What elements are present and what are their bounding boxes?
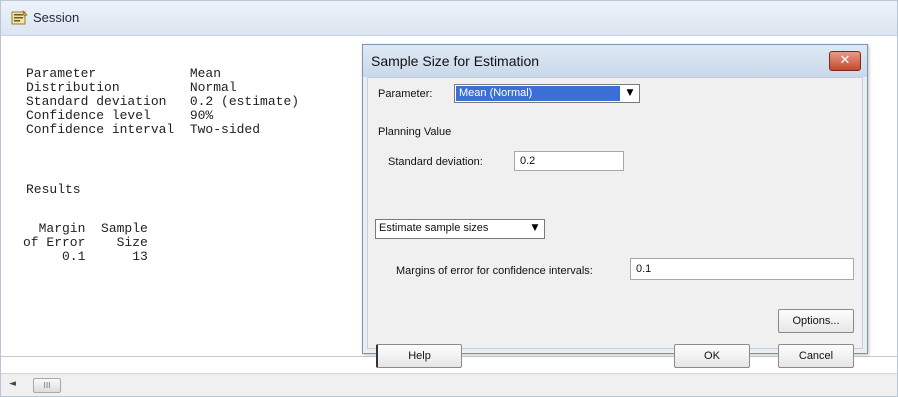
output-line: Parameter Mean xyxy=(26,66,222,81)
sample-size-dialog: Sample Size for Estimation ✕ Parameter: … xyxy=(362,44,868,368)
std-dev-input[interactable]: 0.2 xyxy=(514,151,624,171)
margins-input[interactable]: 0.1 xyxy=(630,258,854,280)
results-table-row: 0.1 13 xyxy=(23,249,148,264)
margins-label: Margins of error for confidence interval… xyxy=(396,265,593,277)
output-line: Confidence interval Two-sided xyxy=(26,122,261,137)
results-heading: Results xyxy=(26,182,81,197)
ok-button[interactable]: OK xyxy=(674,344,750,368)
chevron-down-icon: ▼ xyxy=(531,223,539,233)
dialog-titlebar[interactable]: Sample Size for Estimation ✕ xyxy=(363,45,867,77)
results-table-header: of Error Size xyxy=(23,235,148,250)
horizontal-scrollbar[interactable]: ◄ III xyxy=(1,373,897,396)
mode-select[interactable]: Estimate sample sizes ▼ xyxy=(375,219,545,239)
std-dev-label: Standard deviation: xyxy=(388,156,483,168)
parameter-select-value: Mean (Normal) xyxy=(456,86,620,101)
output-line: Confidence level 90% xyxy=(26,108,214,123)
cancel-button[interactable]: Cancel xyxy=(778,344,854,368)
scroll-thumb[interactable]: III xyxy=(33,378,61,393)
mode-select-value: Estimate sample sizes xyxy=(379,222,489,234)
parameter-select[interactable]: Mean (Normal) ▼ xyxy=(454,84,640,103)
options-button[interactable]: Options... xyxy=(778,309,854,333)
scroll-left-arrow-icon[interactable]: ◄ xyxy=(9,379,16,389)
planning-value-label: Planning Value xyxy=(378,126,452,138)
dialog-content: Parameter: Mean (Normal) ▼ Planning Valu… xyxy=(367,77,863,368)
help-button[interactable]: Help xyxy=(376,344,462,368)
parameter-label: Parameter: xyxy=(378,88,433,100)
output-line: Standard deviation 0.2 (estimate) xyxy=(26,94,300,109)
session-icon xyxy=(11,10,28,26)
dialog-title: Sample Size for Estimation xyxy=(371,53,540,69)
session-titlebar: Session xyxy=(1,1,897,36)
close-button[interactable]: ✕ xyxy=(829,51,861,71)
output-line: Distribution Normal xyxy=(26,80,237,95)
session-title: Session xyxy=(33,10,80,25)
results-table-header: Margin Sample xyxy=(23,221,148,236)
chevron-down-icon: ▼ xyxy=(626,88,634,98)
